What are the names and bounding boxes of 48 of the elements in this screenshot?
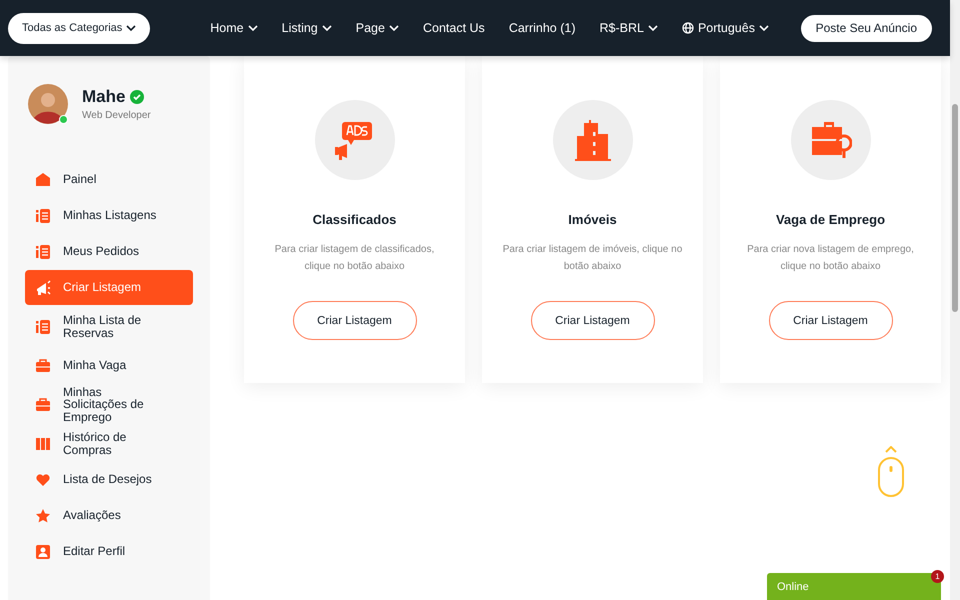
- card-title: Classificados: [312, 212, 396, 227]
- sidebar-item[interactable]: Avaliações: [25, 498, 193, 533]
- card-title: Imóveis: [568, 212, 617, 227]
- sidebar-item[interactable]: Histórico de Compras: [25, 426, 193, 461]
- scroll-mouse-icon[interactable]: [876, 446, 906, 498]
- card-title: Vaga de Emprego: [776, 212, 886, 227]
- card-description: Para criar nova listagem de emprego, clique no botão abaixo: [746, 243, 915, 274]
- profile-name: Mahe: [82, 87, 126, 107]
- sidebar-item[interactable]: Lista de Desejos: [25, 462, 193, 497]
- star-icon: [35, 508, 51, 524]
- list-icon: [35, 318, 51, 334]
- notification-badge: 1: [931, 570, 944, 583]
- nav-link[interactable]: Contact Us: [422, 21, 485, 35]
- language-dropdown[interactable]: Português: [682, 21, 769, 35]
- globe-icon: [682, 22, 694, 34]
- columns-icon: [35, 436, 51, 452]
- profile-role: Web Developer: [82, 110, 151, 121]
- post-ad-button[interactable]: Poste Seu Anúncio: [800, 14, 932, 42]
- avatar: [28, 84, 68, 124]
- sidebar-item[interactable]: Minhas Solicitações de Emprego: [25, 384, 193, 425]
- nav-link[interactable]: Carrinho (1): [508, 21, 576, 35]
- nav-link[interactable]: Listing: [282, 21, 332, 35]
- nav-link[interactable]: R$-BRL: [600, 21, 658, 35]
- home-icon: [35, 172, 51, 188]
- sidebar-item[interactable]: Minha Lista de Reservas: [25, 306, 193, 347]
- sidebar-item[interactable]: Painel: [25, 162, 193, 197]
- chevron-down-icon: [126, 24, 136, 32]
- card-description: Para criar listagem de classificados, clique no botão abaixo: [274, 243, 436, 274]
- briefcase-icon: [35, 396, 51, 412]
- sidebar-item[interactable]: Meus Pedidos: [25, 234, 193, 269]
- briefcase-icon: [35, 358, 51, 374]
- create-listing-button[interactable]: Criar Listagem: [530, 301, 654, 340]
- sidebar-item[interactable]: Minha Vaga: [25, 348, 193, 383]
- category-dropdown[interactable]: Todas as Categorias: [8, 12, 150, 44]
- heart-icon: [35, 472, 51, 488]
- user-icon: [35, 544, 51, 560]
- list-icon: [35, 208, 51, 224]
- megaphone-icon: [35, 280, 51, 296]
- create-listing-button[interactable]: Criar Listagem: [292, 301, 416, 340]
- nav-link[interactable]: Home: [210, 21, 258, 35]
- sidebar-item[interactable]: Minhas Listagens: [25, 198, 193, 233]
- chevron-down-icon: [758, 24, 769, 32]
- card-description: Para criar listagem de imóveis, clique no botão abaixo: [502, 243, 684, 274]
- sidebar-item[interactable]: Editar Perfil: [25, 534, 193, 569]
- list-icon: [35, 244, 51, 260]
- nav-link[interactable]: Page: [356, 21, 399, 35]
- scrollbar[interactable]: [950, 0, 960, 600]
- create-listing-button[interactable]: Criar Listagem: [768, 301, 892, 340]
